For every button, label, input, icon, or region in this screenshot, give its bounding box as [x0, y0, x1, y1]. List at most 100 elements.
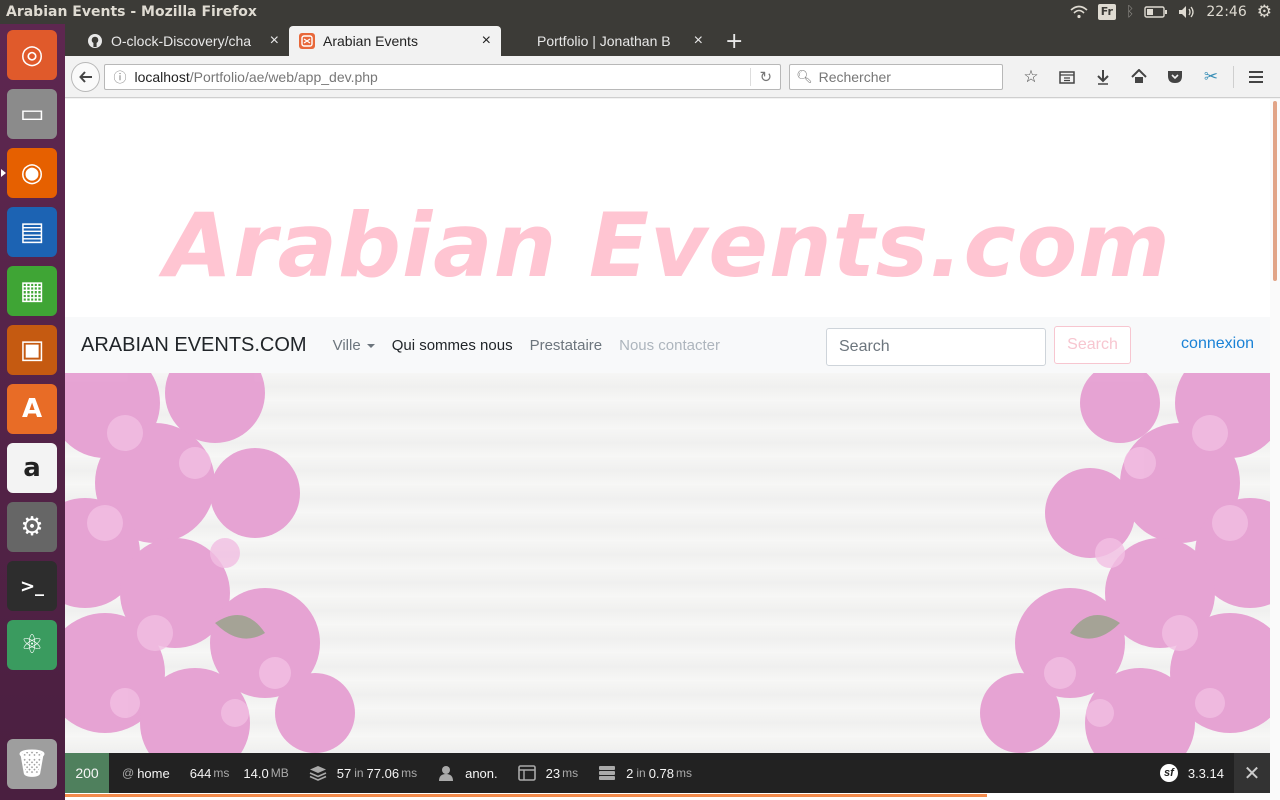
power-gear-icon[interactable]: ⚙: [1257, 2, 1272, 22]
back-button[interactable]: [71, 61, 101, 92]
firefox-icon: ◉: [20, 158, 44, 188]
bottom-strip: [65, 793, 1270, 800]
libreoffice-impress-icon: ▣: [19, 335, 45, 365]
cache-count: 2: [626, 765, 634, 781]
launcher-terminal[interactable]: >_: [7, 561, 57, 611]
extension-icon[interactable]: ✂: [1193, 62, 1229, 92]
site-info-icon[interactable]: ⓘ: [113, 67, 126, 86]
symfony-logo-icon: sf: [1159, 764, 1178, 782]
tab-label: Portfolio | Jonathan B: [537, 33, 671, 49]
symfony-icon: [299, 33, 315, 49]
battery-icon[interactable]: [1144, 3, 1168, 21]
pink-hydrangea-right: [980, 373, 1270, 753]
navbar-brand[interactable]: ARABIAN EVENTS.COM: [81, 334, 307, 357]
system-settings-icon: ⚙: [20, 512, 44, 542]
window-title: Arabian Events - Mozilla Firefox: [6, 4, 257, 20]
wifi-icon[interactable]: [1070, 3, 1088, 21]
search-bar[interactable]: 🔍︎ Rechercher: [789, 63, 1003, 90]
cache-server-icon: [598, 764, 616, 782]
site-search-input[interactable]: Search: [826, 328, 1046, 366]
launcher-amazon[interactable]: a: [7, 443, 57, 493]
page-load-progress-bar: [65, 794, 987, 797]
close-toolbar-icon[interactable]: ✕: [1234, 753, 1270, 793]
launcher-libreoffice-impress[interactable]: ▣: [7, 325, 57, 375]
page-viewport[interactable]: Arabian Events.com ARABIAN EVENTS.COM Vi…: [65, 99, 1270, 800]
login-link[interactable]: connexion: [1181, 335, 1254, 353]
scrollbar-thumb[interactable]: [1273, 101, 1277, 281]
time-item[interactable]: 644 ms 14.0 MB: [180, 753, 299, 793]
hero-banner-image: [65, 373, 1270, 753]
volume-icon[interactable]: [1178, 3, 1196, 21]
new-tab-button[interactable]: +: [713, 26, 755, 56]
pink-hydrangea-left: [65, 373, 355, 753]
pocket-icon[interactable]: [1157, 62, 1193, 92]
twig-item[interactable]: 23 ms: [508, 753, 588, 793]
nav-link-about[interactable]: Qui sommes nous: [392, 337, 513, 354]
db-unit: ms: [401, 766, 418, 780]
site-search-button[interactable]: Search: [1054, 326, 1131, 364]
user-icon: [437, 764, 455, 782]
tab-portfolio[interactable]: Portfolio | Jonathan B ×: [501, 26, 713, 56]
home-icon[interactable]: [1121, 62, 1157, 92]
download-icon[interactable]: [1085, 62, 1121, 92]
launcher-system-settings[interactable]: ⚙: [7, 502, 57, 552]
memory-unit: MB: [270, 766, 289, 780]
clock[interactable]: 22:46: [1206, 3, 1246, 21]
launcher-software-center[interactable]: A: [7, 384, 57, 434]
template-icon: [517, 764, 536, 782]
cache-time: 0.78: [648, 765, 674, 781]
page-scrollbar[interactable]: [1270, 99, 1280, 800]
reload-icon[interactable]: ↻: [750, 67, 772, 86]
library-icon[interactable]: [1049, 62, 1085, 92]
launcher-files[interactable]: ▭: [7, 89, 57, 139]
cache-unit: ms: [676, 766, 692, 780]
close-icon[interactable]: ×: [482, 32, 491, 50]
time-value: 644: [189, 765, 212, 781]
nav-link-ville-label: Ville: [332, 336, 361, 354]
navigation-bar: ⓘ localhost/Portfolio/ae/web/app_dev.php…: [65, 56, 1280, 98]
nav-link-ville[interactable]: Ville: [333, 337, 375, 354]
cache-in: in: [636, 766, 646, 780]
tab-arabian-events[interactable]: Arabian Events ×: [289, 26, 501, 56]
cache-item[interactable]: 2 in 0.78 ms: [588, 753, 702, 793]
nav-link-contact[interactable]: Nous contacter: [619, 337, 720, 354]
close-icon[interactable]: ×: [270, 32, 279, 50]
url-host: localhost: [134, 68, 190, 85]
software-center-icon: A: [21, 394, 43, 424]
unity-launcher: ◎ ▭ ◉ ▤ ▦ ▣ Aa ⚙ >_ ⚛ 🗑: [0, 24, 65, 800]
launcher-libreoffice-writer[interactable]: ▤: [7, 207, 57, 257]
firefox-window: O-clock-Discovery/cha × Arabian Events ×…: [65, 24, 1280, 800]
twig-unit: ms: [562, 766, 579, 780]
status-code-badge[interactable]: 200: [65, 753, 109, 793]
db-in: in: [354, 766, 364, 780]
search-placeholder: Rechercher: [818, 68, 891, 85]
launcher-libreoffice-calc[interactable]: ▦: [7, 266, 57, 316]
route-item[interactable]: @ home: [109, 753, 180, 793]
bluetooth-icon[interactable]: ᛒ: [1126, 3, 1134, 21]
url-bar[interactable]: ⓘ localhost/Portfolio/ae/web/app_dev.php…: [104, 63, 782, 90]
symfony-version[interactable]: 3.3.14: [1188, 766, 1224, 781]
launcher-firefox[interactable]: ◉: [7, 148, 57, 198]
keyboard-layout-indicator[interactable]: Fr: [1097, 4, 1116, 20]
security-item[interactable]: anon.: [427, 753, 508, 793]
doctrine-item[interactable]: 57 in 77.06 ms: [299, 753, 427, 793]
tab-github[interactable]: O-clock-Discovery/cha ×: [77, 26, 289, 56]
launcher-ubuntu-dash[interactable]: ◎: [7, 30, 57, 80]
database-icon: [309, 764, 327, 782]
trash-icon: 🗑: [15, 749, 49, 779]
libreoffice-calc-icon: ▦: [19, 276, 45, 306]
bookmark-star-icon[interactable]: ☆: [1013, 62, 1049, 92]
menu-icon[interactable]: [1238, 62, 1274, 92]
running-indicator: [1, 169, 6, 177]
tab-label: Arabian Events: [323, 33, 418, 49]
nav-link-prestataire[interactable]: Prestataire: [530, 337, 603, 354]
launcher-atom[interactable]: ⚛: [7, 620, 57, 670]
toolbar-separator: [1233, 65, 1234, 88]
libreoffice-writer-icon: ▤: [19, 217, 45, 247]
amazon-icon: a: [23, 453, 41, 483]
launcher-trash[interactable]: 🗑: [7, 739, 57, 789]
time-unit: ms: [213, 766, 230, 780]
site-search-placeholder: Search: [839, 338, 890, 355]
top-panel: Arabian Events - Mozilla Firefox Fr ᛒ 22…: [0, 0, 1280, 24]
close-icon[interactable]: ×: [694, 32, 703, 50]
